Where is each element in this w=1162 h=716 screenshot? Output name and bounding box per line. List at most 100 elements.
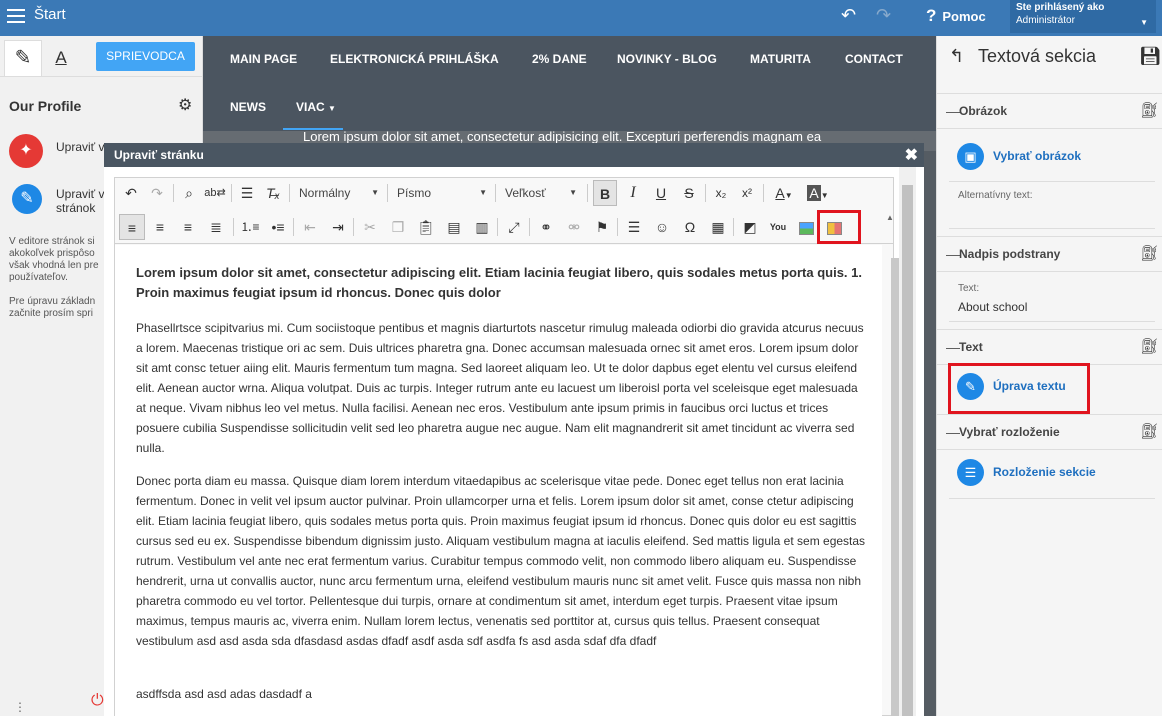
help-button[interactable]: ? Pomoc <box>926 6 986 26</box>
nav-item-maturita[interactable]: MATURITA <box>750 52 811 66</box>
toolbar-separator <box>231 184 232 202</box>
bold-icon[interactable]: B <box>593 180 617 206</box>
font-select-value: Písmo <box>397 186 432 200</box>
hamburger-menu-icon[interactable] <box>7 9 25 25</box>
editor-content[interactable]: Lorem ipsum dolor sit amet, consectetur … <box>115 245 882 716</box>
pencil-tab-icon[interactable]: ✎ <box>4 40 42 76</box>
table-icon[interactable]: ▦ <box>705 214 731 240</box>
select-all-icon[interactable]: ☰ <box>235 180 259 206</box>
divider <box>949 498 1155 499</box>
maximize-icon[interactable]: ⤢ <box>501 214 527 240</box>
copy-icon[interactable]: ❐ <box>385 214 411 240</box>
section-subheading-label: Nadpis podstrany <box>959 247 1061 261</box>
paste-text-icon[interactable]: ▤ <box>441 214 467 240</box>
nav-item-application[interactable]: ELEKTRONICKÁ PRIHLÁŠKA <box>330 52 499 66</box>
undo-icon[interactable]: ↶ <box>119 180 143 206</box>
user-role: Administrátor <box>1016 15 1075 26</box>
paint-bucket-icon[interactable]: ⛽︎ <box>1140 244 1159 262</box>
chevron-down-icon: ▼ <box>371 188 379 197</box>
editor-paragraph: Donec porta diam eu massa. Quisque diam … <box>136 474 866 648</box>
font-select[interactable]: Písmo ▼ <box>391 180 491 206</box>
align-left-icon[interactable]: ≡ <box>119 214 145 240</box>
editor-scrollbar[interactable] <box>891 258 899 716</box>
nav-item-contact[interactable]: CONTACT <box>845 52 903 66</box>
save-icon[interactable]: 💾︎ <box>1139 46 1162 67</box>
section-image-header[interactable]: — Obrázok ⛽︎ <box>937 93 1162 129</box>
user-menu[interactable]: Ste prihlásený ako Administrátor ▼ <box>1010 0 1156 33</box>
italic-icon[interactable]: I <box>621 180 645 206</box>
find-icon[interactable]: ⌕ <box>177 180 201 206</box>
align-center-icon[interactable]: ≡ <box>147 214 173 240</box>
redo-icon[interactable]: ↷ <box>145 180 169 206</box>
bulleted-list-icon[interactable]: •≡ <box>265 214 291 240</box>
more-icon[interactable]: ⋮ <box>14 700 26 714</box>
section-text-header[interactable]: — Text ⛽︎ <box>937 329 1162 365</box>
scrollbar-thumb[interactable] <box>902 185 913 716</box>
toolbar-separator <box>289 184 290 202</box>
strikethrough-icon[interactable]: S <box>677 180 701 206</box>
superscript-icon[interactable]: x² <box>735 180 759 206</box>
nav-item-main-page[interactable]: MAIN PAGE <box>230 52 297 66</box>
section-subheading-header[interactable]: — Nadpis podstrany ⛽︎ <box>937 236 1162 272</box>
editor-heading-paragraph: Lorem ipsum dolor sit amet, consectetur … <box>136 265 863 300</box>
top-bar: Štart ↶ ↷ ? Pomoc Ste prihlásený ako Admi… <box>0 0 1162 36</box>
remove-format-icon[interactable]: T̶ₓ <box>261 180 285 206</box>
font-tab-icon[interactable]: A <box>42 40 80 76</box>
scroll-up-icon[interactable]: ▲ <box>886 213 894 222</box>
redo-icon[interactable]: ↷ <box>876 5 891 26</box>
paste-icon[interactable]: 📋︎ <box>413 214 439 240</box>
size-select[interactable]: Veľkosť ▼ <box>499 180 581 206</box>
editor-toolbar: ↶ ↷ ⌕ ab⇄ ☰ T̶ₓ Normálny ▼ Písmo ▼ Veľkosť… <box>115 178 893 244</box>
format-select[interactable]: Normálny ▼ <box>293 180 383 206</box>
collapse-icon: — <box>946 424 960 440</box>
undo-icon[interactable]: ↶ <box>841 5 856 26</box>
special-character-icon[interactable]: Ω <box>677 214 703 240</box>
toolbar-separator <box>705 184 706 202</box>
profile-title: Our Profile <box>9 98 82 114</box>
close-icon[interactable]: ✖ <box>905 145 918 165</box>
subheading-value[interactable]: About school <box>958 300 1027 314</box>
subscript-icon[interactable]: x₂ <box>709 180 733 206</box>
link-icon[interactable]: ⚭ <box>533 214 559 240</box>
youtube-icon[interactable]: You <box>765 214 791 240</box>
background-color-icon[interactable]: A ▼ <box>803 180 833 206</box>
section-image-label: Obrázok <box>959 104 1008 118</box>
nav-item-more[interactable]: VIAC ▼ <box>296 100 336 114</box>
smiley-icon[interactable]: ☺ <box>649 214 675 240</box>
power-icon[interactable]: ⏻ <box>91 692 104 710</box>
replace-icon[interactable]: ab⇄ <box>203 180 227 206</box>
horizontal-line-icon[interactable]: ☰ <box>621 214 647 240</box>
question-icon: ? <box>926 6 937 25</box>
paint-bucket-icon[interactable]: ⛽︎ <box>1140 101 1159 119</box>
outdent-icon[interactable]: ⇤ <box>297 214 323 240</box>
right-panel: ↰ Textová sekcia 💾︎ — Obrázok ⛽︎ ▣ Vybra… <box>936 36 1162 716</box>
collapse-icon: — <box>946 103 960 119</box>
nav-item-blog[interactable]: NOVINKY - BLOG <box>617 52 717 66</box>
guide-button[interactable]: SPRIEVODCA <box>96 42 195 71</box>
unlink-icon[interactable]: ⚮ <box>561 214 587 240</box>
cut-icon[interactable]: ✂ <box>357 214 383 240</box>
flash-icon[interactable]: ◩ <box>737 214 763 240</box>
divider <box>949 181 1155 182</box>
hero-text: Lorem ipsum dolor sit amet, consectetur … <box>303 129 822 144</box>
text-color-icon[interactable]: A▼ <box>769 180 799 206</box>
nav-item-news[interactable]: NEWS <box>230 100 266 114</box>
paste-word-icon[interactable]: ▥ <box>469 214 495 240</box>
paint-bucket-icon[interactable]: ⛽︎ <box>1140 422 1159 440</box>
align-right-icon[interactable]: ≡ <box>175 214 201 240</box>
numbered-list-icon[interactable]: ⒈≡ <box>237 214 263 240</box>
anchor-flag-icon[interactable]: ⚑ <box>589 214 615 240</box>
indent-icon[interactable]: ⇥ <box>325 214 351 240</box>
modal-scrollbar[interactable] <box>899 167 916 716</box>
section-layout-header[interactable]: — Vybrať rozloženie ⛽︎ <box>937 414 1162 450</box>
back-icon[interactable]: ↰ <box>949 46 964 67</box>
nav-item-tax[interactable]: 2% DANE <box>532 52 587 66</box>
chevron-down-icon: ▼ <box>1140 18 1148 27</box>
gear-icon[interactable]: ⚙ <box>178 95 192 115</box>
toolbar-separator <box>617 218 618 236</box>
start-link[interactable]: Štart <box>34 6 66 23</box>
align-justify-icon[interactable]: ≣ <box>203 214 229 240</box>
underline-icon[interactable]: U <box>649 180 673 206</box>
paint-bucket-icon[interactable]: ⛽︎ <box>1140 337 1159 355</box>
image-icon[interactable] <box>793 214 819 240</box>
